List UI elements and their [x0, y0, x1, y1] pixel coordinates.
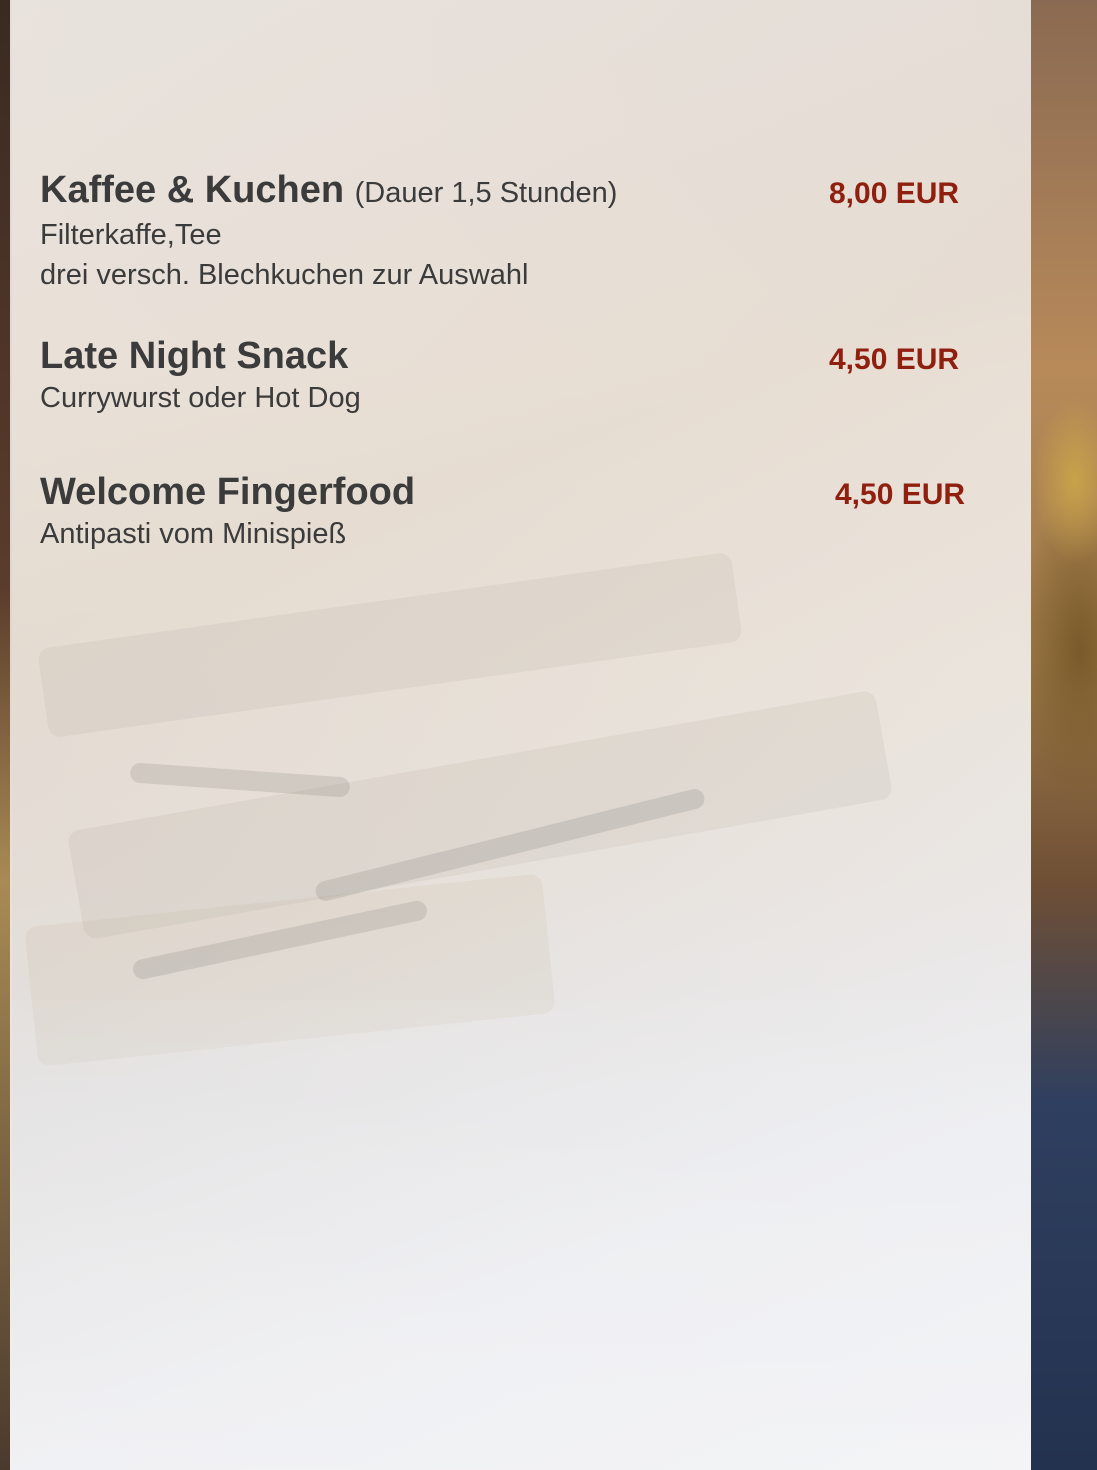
serving-tong-shape: [129, 762, 351, 798]
menu-item-duration: (Dauer 1,5 Stunden): [354, 177, 618, 209]
menu-item-description: drei versch. Blechkuchen zur Auswahl: [40, 259, 529, 291]
menu-item-price: 4,50 EUR: [829, 343, 960, 376]
menu-item-price: 4,50 EUR: [835, 478, 966, 511]
table-skirt-shape: [10, 1000, 1031, 1470]
menu-item-title: Late Night Snack: [40, 335, 349, 377]
buffet-tray-shape: [37, 551, 743, 739]
menu-item-title: Welcome Fingerfood: [40, 471, 416, 513]
menu-item-price: 8,00 EUR: [829, 177, 960, 210]
menu-item-description: Antipasti vom Minispieß: [40, 518, 347, 550]
menu-item-description: Currywurst oder Hot Dog: [40, 382, 361, 414]
menu-item-title: Kaffee & Kuchen: [40, 169, 345, 211]
menu-item-description: Filterkaffe,Tee: [40, 219, 222, 251]
